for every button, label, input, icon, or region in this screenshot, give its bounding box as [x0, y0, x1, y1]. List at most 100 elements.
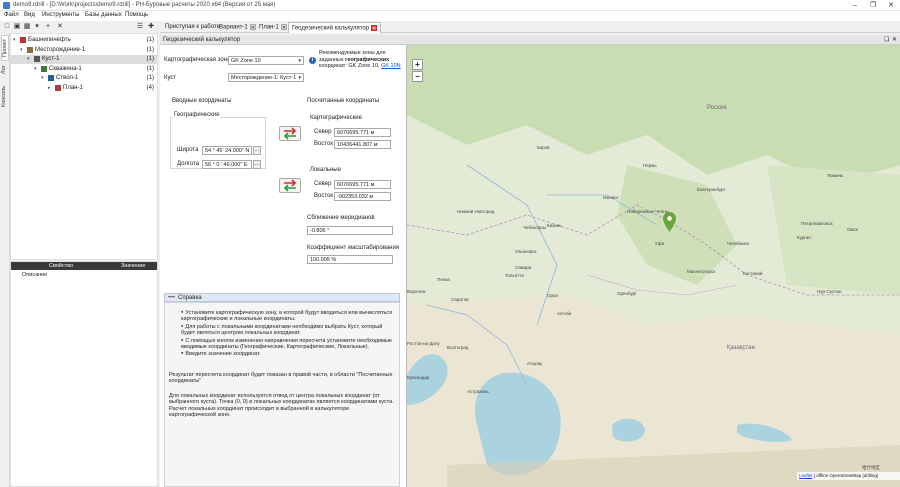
zone-select[interactable]: GK Zone 10 ▾	[228, 56, 304, 65]
tree-item-label: Башнипинефть	[28, 37, 71, 43]
scale-factor-value[interactable]: 100.005 %	[307, 255, 393, 264]
zone-select-value: GK Zone 10	[231, 58, 261, 64]
swap-cartographic-button[interactable]	[279, 126, 301, 141]
pad-select-value: Месторождение-1: Куст-1	[231, 75, 297, 81]
collapse-icon[interactable]: —	[168, 294, 175, 301]
city-label: Атырау	[527, 361, 543, 366]
tree-item-count: (1)	[146, 56, 154, 62]
recommended-line-2a: заданных	[319, 56, 344, 63]
cart-north-value[interactable]: 6070695.771 м	[334, 128, 391, 137]
local-east-value[interactable]: -902353.032 м	[334, 192, 391, 201]
swap-local-button[interactable]	[279, 178, 301, 193]
latitude-edit-button[interactable]: ...	[253, 146, 261, 155]
cart-north-label: Север	[314, 129, 332, 135]
tree-item-label: План-1	[63, 84, 83, 91]
minimize-icon[interactable]: –	[846, 0, 864, 11]
close-icon[interactable]: ✕	[882, 0, 900, 11]
tree-item[interactable]: ▾ Куст-1 (1)	[11, 55, 157, 64]
city-label: Нур-Султан	[817, 289, 842, 294]
close-panel-icon[interactable]: ✕	[892, 36, 897, 43]
recommended-line-2b: географических	[345, 56, 390, 63]
city-label: Омск	[847, 227, 858, 232]
help-paragraph-result: Результат пересчета координат будет пока…	[169, 372, 393, 385]
expand-arrow-icon[interactable]: ▸	[48, 85, 51, 91]
collapse-arrow-icon[interactable]: ▾	[20, 47, 23, 53]
list-view-icon[interactable]: ☰	[136, 23, 144, 31]
attribution-text: | offline OpenStreetMap (drilling)	[813, 473, 879, 478]
local-north-label: Север	[314, 181, 332, 187]
add-icon[interactable]: +	[44, 23, 52, 31]
new-file-icon[interactable]: □	[3, 23, 11, 31]
menu-help[interactable]: Помощь	[125, 12, 148, 18]
tree-item[interactable]: ▾ Месторождение-1 (1)	[11, 46, 157, 55]
add-item-icon[interactable]: ✚	[147, 23, 155, 31]
tree-item[interactable]: ▾ Скважина-1 (1)	[11, 65, 157, 74]
leaflet-link[interactable]: Leaflet	[799, 473, 813, 478]
delete-icon[interactable]: ✕	[56, 23, 64, 31]
tree-item[interactable]: ▾ Башнипинефть (1)	[11, 36, 157, 45]
close-tab-icon[interactable]: ✕	[249, 24, 256, 31]
tree-item[interactable]: ▾ Ствол-1 (1)	[11, 74, 157, 83]
tree-item[interactable]: ▸ План-1 (4)	[11, 84, 157, 93]
menu-view[interactable]: Вид	[24, 12, 35, 18]
menu-databases[interactable]: Базы данных	[85, 12, 122, 18]
city-label: Ижевск	[603, 195, 619, 200]
info-icon: i	[309, 57, 316, 64]
city-label: Петропавловск	[801, 221, 833, 226]
local-group-title: Локальные	[310, 167, 341, 173]
pad-select[interactable]: Месторождение-1: Куст-1 ▾	[228, 73, 304, 82]
input-coords-header: Вводные координаты	[172, 98, 232, 104]
close-tab-icon[interactable]: ✕	[280, 24, 287, 31]
collapse-arrow-icon[interactable]: ▾	[13, 37, 16, 43]
collapse-arrow-icon[interactable]: ▾	[27, 56, 30, 62]
forest-region	[767, 165, 900, 295]
toolbar: □ ▣ ▦ ▾ + ✕ ☰ ✚	[0, 21, 160, 33]
local-north-value[interactable]: 6070695.771 м	[334, 180, 391, 189]
convergence-value[interactable]: -0.806 °	[307, 226, 393, 235]
collapse-arrow-icon[interactable]: ▾	[34, 66, 37, 72]
tree-item-label: Куст-1	[42, 56, 60, 62]
property-column-header: Свойство	[49, 263, 74, 269]
zoom-in-button[interactable]: +	[412, 59, 423, 70]
cart-east-value[interactable]: 10436441.807 м	[334, 140, 391, 149]
tab-console[interactable]: Консоль	[1, 81, 9, 111]
open-folder-icon[interactable]: ▣	[13, 23, 21, 31]
longitude-input[interactable]: 56 ° 0 ' 46.000" E	[202, 160, 252, 169]
help-header[interactable]: — Справка	[164, 293, 400, 302]
longitude-label: Долгота	[177, 161, 200, 167]
city-label: Пермь	[643, 163, 657, 168]
save-dropdown-icon[interactable]: ▾	[33, 23, 41, 31]
menu-tools[interactable]: Инструменты	[42, 12, 79, 18]
tab-variant-1[interactable]: Вариант-1 ✕	[216, 22, 259, 33]
tab-getting-started[interactable]: Приступая к работе	[162, 22, 223, 33]
restore-icon[interactable]: ❐	[864, 0, 882, 11]
zone-label: Картографическая зона	[164, 57, 231, 63]
swap-arrows-icon	[283, 179, 297, 192]
tab-project[interactable]: Проект	[1, 35, 9, 61]
zoom-out-button[interactable]: −	[412, 71, 423, 82]
tab-log[interactable]: Лог	[1, 63, 9, 77]
property-description-label: Описание	[22, 272, 48, 278]
tab-plan-1[interactable]: План-1 ✕	[256, 22, 290, 33]
close-tab-icon[interactable]: ✕	[371, 25, 378, 32]
property-grid: Свойство Значение Описание	[10, 261, 158, 487]
save-icon[interactable]: ▦	[23, 23, 31, 31]
menu-file[interactable]: Файл	[4, 12, 19, 18]
recommended-zone-link[interactable]: GK 10N	[381, 63, 401, 69]
field-icon	[27, 46, 33, 53]
float-panel-icon[interactable]: ❏	[884, 36, 889, 43]
calculator-form: Картографическая зона GK Zone 10 ▾ i Реко…	[160, 45, 406, 487]
panel-header: Геодезический калькулятор ❏ ✕	[160, 35, 900, 45]
map-attribution: Leaflet | offline OpenStreetMap (drillin…	[797, 472, 900, 480]
longitude-edit-button[interactable]: ...	[253, 160, 261, 169]
panel-title: Геодезический калькулятор	[163, 37, 241, 43]
city-label: Курган	[797, 235, 811, 240]
map-terrain	[407, 45, 900, 487]
tab-geodetic-calculator[interactable]: Геодезический калькулятор ✕	[288, 22, 382, 33]
location-marker-icon[interactable]	[663, 212, 676, 232]
map-view[interactable]: Пермь Екатеринбург Тюмень Ижевск Набережные …	[406, 45, 900, 487]
recommended-zones-text: Рекомендуемые зоны для заданных географи…	[319, 50, 401, 70]
document-tabs: Приступая к работе Вариант-1 ✕ План-1 ✕ Ге…	[160, 21, 900, 33]
collapse-arrow-icon[interactable]: ▾	[41, 75, 44, 81]
latitude-input[interactable]: 54 ° 45' 24.000" N	[202, 146, 252, 155]
